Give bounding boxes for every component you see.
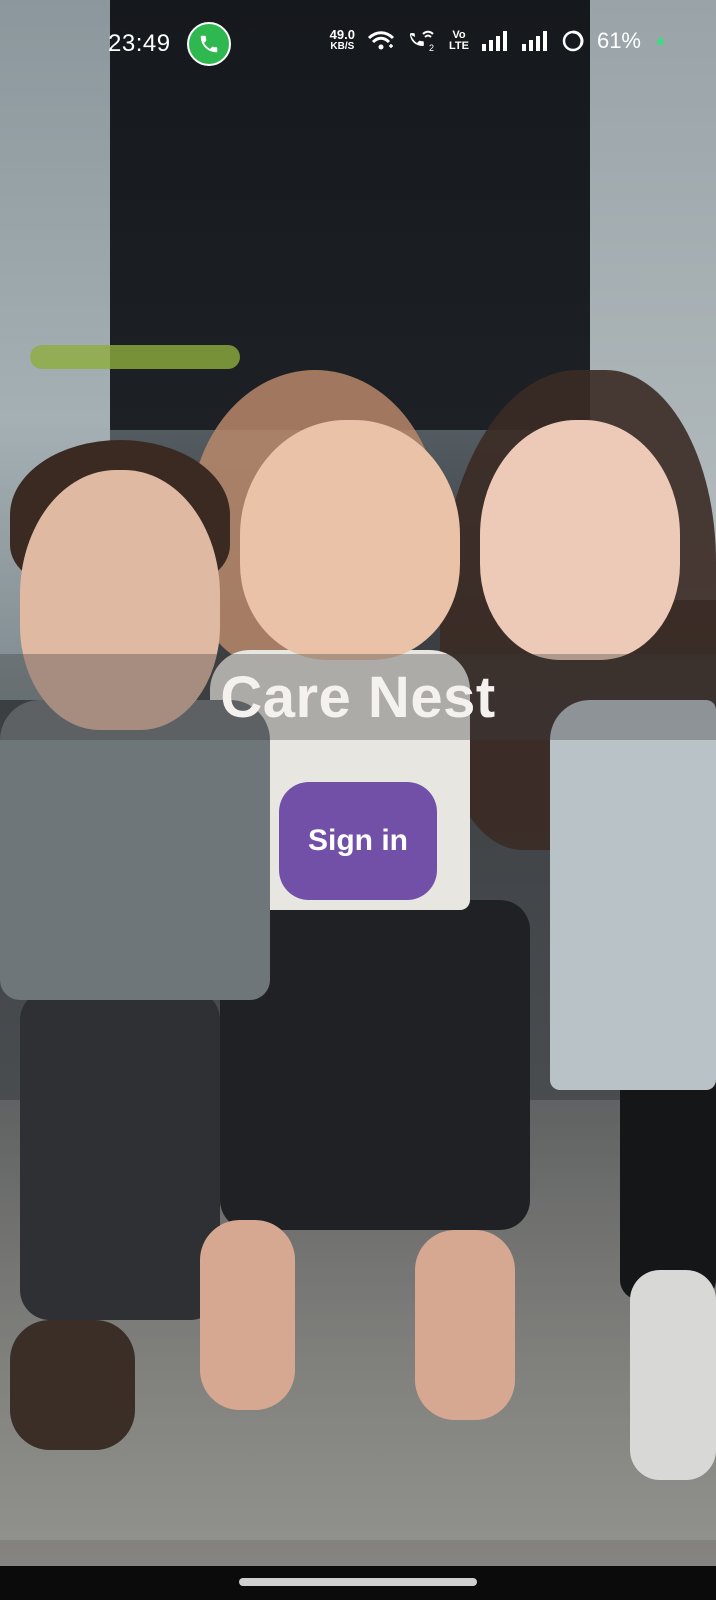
status-icons: 49.0 KB/S 2 Vo LTE 61% [330,28,664,54]
child-right-shoe [630,1270,716,1480]
background-scooter [30,345,240,369]
signal-icon [481,31,507,51]
privacy-indicator-dot [657,37,664,45]
status-bar: 23:49 49.0 KB/S 2 Vo LTE 61% [0,0,716,90]
child-left-sandal [10,1320,135,1450]
gesture-handle[interactable] [239,1578,477,1586]
status-time: 23:49 [108,30,171,57]
child-middle-right-foot [415,1230,515,1420]
screen: 23:49 49.0 KB/S 2 Vo LTE 61% Care Nest S… [0,0,716,1600]
child-middle-left-foot [200,1220,295,1410]
battery-icon [562,30,584,52]
child-middle-face [240,420,460,660]
child-right-face [480,420,680,660]
child-left-body [0,700,270,1000]
wifi-icon [367,31,395,50]
volte-bottom: LTE [448,40,469,52]
signal-icon [521,31,547,51]
volte-icon: Vo LTE [449,30,469,52]
phone-call-icon[interactable] [187,22,231,66]
net-speed: 49.0 KB/S [329,27,355,53]
svg-text:2: 2 [429,43,434,53]
battery-percent: 61% [596,28,641,53]
app-title: Care Nest [220,665,496,730]
net-speed-unit: KB/S [330,41,355,52]
net-speed-value: 49.0 [329,27,355,42]
child-left-legs [20,990,220,1320]
child-right-body [550,700,716,1090]
sign-in-button[interactable]: Sign in [279,782,437,900]
wifi-calling-icon: 2 [409,30,434,53]
